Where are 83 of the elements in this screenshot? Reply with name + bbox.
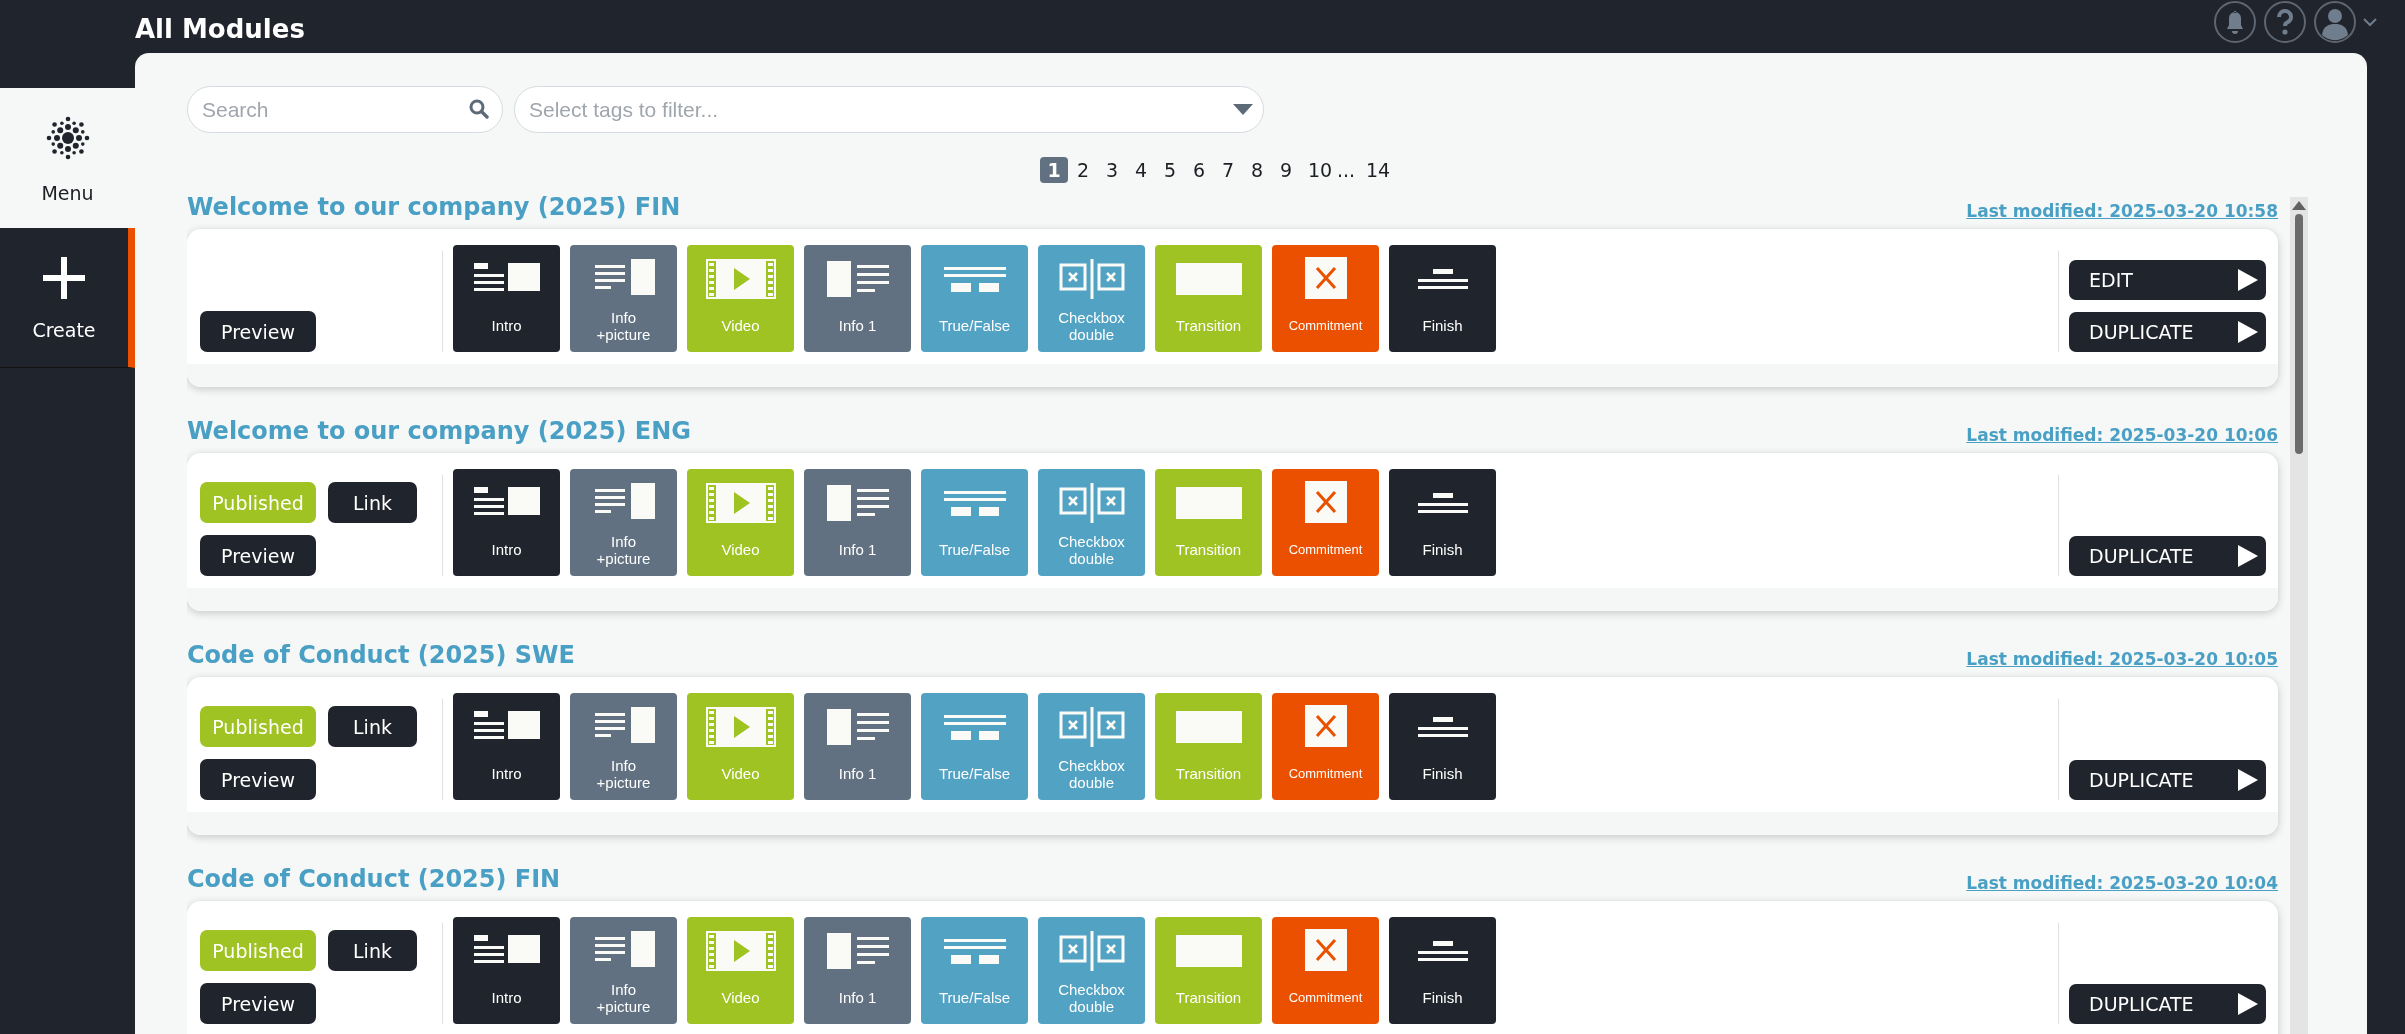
search-icon xyxy=(469,99,489,119)
slide-tile[interactable]: Intro xyxy=(453,693,560,800)
slide-tile[interactable]: Intro xyxy=(453,245,560,352)
module-title[interactable]: Welcome to our company (2025) FIN xyxy=(187,193,681,221)
page-link[interactable]: 2 xyxy=(1069,157,1097,183)
slide-tile[interactable]: Info +picture xyxy=(570,469,677,576)
last-modified-link[interactable]: Last modified: 2025-03-20 10:58 xyxy=(1966,201,2278,221)
slide-tile[interactable]: Info 1 xyxy=(804,693,911,800)
slide-tile[interactable]: Checkbox double xyxy=(1038,693,1145,800)
play-arrow-icon xyxy=(2238,769,2258,791)
page-link[interactable]: 8 xyxy=(1243,157,1271,183)
sidebar-item[interactable]: Create xyxy=(0,228,135,368)
slide-tile[interactable]: Checkbox double xyxy=(1038,469,1145,576)
slide-tile[interactable]: True/False xyxy=(921,469,1028,576)
film-play-icon xyxy=(705,257,776,301)
slide-tile[interactable]: Info 1 xyxy=(804,469,911,576)
slide-tile[interactable]: Finish xyxy=(1389,693,1496,800)
slide-tile[interactable]: True/False xyxy=(921,917,1028,1024)
module-action-button[interactable]: DUPLICATE xyxy=(2069,760,2266,800)
search-field[interactable]: Search xyxy=(187,86,503,133)
page-link[interactable]: 6 xyxy=(1185,157,1213,183)
last-modified-link[interactable]: Last modified: 2025-03-20 10:05 xyxy=(1966,649,2278,669)
user-avatar-icon[interactable] xyxy=(2313,0,2357,44)
page-link[interactable]: 7 xyxy=(1214,157,1242,183)
module-action-button[interactable]: DUPLICATE xyxy=(2069,984,2266,1024)
play-arrow-icon xyxy=(2238,321,2258,343)
chevron-down-icon[interactable] xyxy=(2363,17,2377,27)
scrollbar-thumb[interactable] xyxy=(2295,214,2303,454)
slide-tile[interactable]: Intro xyxy=(453,917,560,1024)
page-link[interactable]: 9 xyxy=(1272,157,1300,183)
preview-button[interactable]: Preview xyxy=(200,759,316,800)
page-link[interactable]: 5 xyxy=(1156,157,1184,183)
slide-tile[interactable]: Info +picture xyxy=(570,917,677,1024)
preview-button[interactable]: Preview xyxy=(200,311,316,352)
page-link[interactable]: ... xyxy=(1330,157,1358,183)
slide-tile[interactable]: Finish xyxy=(1389,245,1496,352)
slide-tile[interactable]: Checkbox double xyxy=(1038,245,1145,352)
film-play-icon xyxy=(705,705,776,749)
module-title[interactable]: Code of Conduct (2025) SWE xyxy=(187,641,575,669)
link-button[interactable]: Link xyxy=(328,930,417,971)
play-arrow-icon xyxy=(2238,269,2258,291)
page-title: All Modules xyxy=(135,12,305,44)
help-icon[interactable] xyxy=(2263,0,2307,44)
slide-tile[interactable]: True/False xyxy=(921,693,1028,800)
slide-tile[interactable]: Finish xyxy=(1389,469,1496,576)
slide-tile[interactable]: Info +picture xyxy=(570,245,677,352)
film-play-icon xyxy=(705,929,776,973)
module-action-button[interactable]: EDIT xyxy=(2069,260,2266,300)
slide-tile[interactable]: Commitment xyxy=(1272,693,1379,800)
slide-tile[interactable]: True/False xyxy=(921,245,1028,352)
scroll-up-icon[interactable] xyxy=(2292,201,2306,210)
module-title[interactable]: Code of Conduct (2025) FIN xyxy=(187,865,561,893)
slide-tile[interactable]: Finish xyxy=(1389,917,1496,1024)
module-title[interactable]: Welcome to our company (2025) ENG xyxy=(187,417,691,445)
module-action-button[interactable]: DUPLICATE xyxy=(2069,536,2266,576)
page-link[interactable]: 4 xyxy=(1127,157,1155,183)
module-action-button[interactable]: DUPLICATE xyxy=(2069,312,2266,352)
slide-tile[interactable]: Commitment xyxy=(1272,917,1379,1024)
scrollbar[interactable] xyxy=(2290,197,2308,1034)
slide-tile[interactable]: Info 1 xyxy=(804,245,911,352)
last-modified-link[interactable]: Last modified: 2025-03-20 10:04 xyxy=(1966,873,2278,893)
film-play-icon xyxy=(705,481,776,525)
slide-tile[interactable]: Info +picture xyxy=(570,693,677,800)
page-link[interactable]: 1 xyxy=(1040,157,1068,183)
plus-icon xyxy=(41,254,87,301)
preview-button[interactable]: Preview xyxy=(200,535,316,576)
preview-button[interactable]: Preview xyxy=(200,983,316,1024)
slide-tile[interactable]: Commitment xyxy=(1272,245,1379,352)
slide-tile[interactable]: Intro xyxy=(453,469,560,576)
page-link[interactable]: 14 xyxy=(1359,157,1387,183)
play-arrow-icon xyxy=(2238,545,2258,567)
link-button[interactable]: Link xyxy=(328,706,417,747)
notification-bell-icon[interactable] xyxy=(2213,0,2257,44)
play-arrow-icon xyxy=(2238,993,2258,1015)
caret-down-icon xyxy=(1233,104,1253,115)
page-link[interactable]: 3 xyxy=(1098,157,1126,183)
page-link[interactable]: 10 xyxy=(1301,157,1329,183)
slide-tile[interactable]: Commitment xyxy=(1272,469,1379,576)
last-modified-link[interactable]: Last modified: 2025-03-20 10:06 xyxy=(1966,425,2278,445)
sidebar-item[interactable]: Menu xyxy=(0,88,135,228)
link-button[interactable]: Link xyxy=(328,482,417,523)
slide-tile[interactable]: Info 1 xyxy=(804,917,911,1024)
slide-tile[interactable]: Checkbox double xyxy=(1038,917,1145,1024)
